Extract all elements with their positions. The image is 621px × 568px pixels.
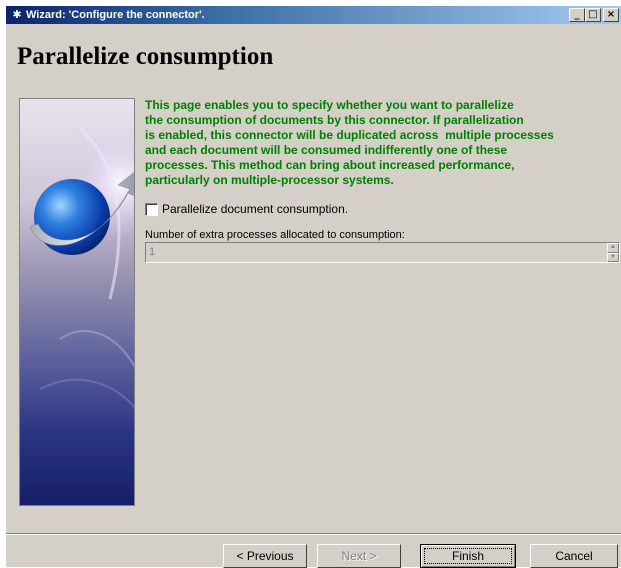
- cancel-button[interactable]: Cancel: [530, 544, 618, 568]
- close-button[interactable]: ×: [603, 8, 619, 22]
- finish-button[interactable]: Finish: [420, 544, 516, 568]
- extra-processes-spinner[interactable]: ▲ ▼: [607, 243, 619, 262]
- parallelize-checkbox[interactable]: [145, 202, 158, 216]
- wizard-side-image: [19, 98, 135, 506]
- parallelize-option: Parallelize document consumption.: [145, 202, 348, 216]
- parallelize-checkbox-label[interactable]: Parallelize document consumption.: [162, 202, 348, 216]
- spin-up-icon[interactable]: ▲: [607, 243, 619, 253]
- window-controls: _ □ ×: [569, 8, 619, 22]
- previous-button[interactable]: < Previous: [223, 544, 307, 568]
- next-button[interactable]: Next >: [317, 544, 401, 568]
- spin-down-icon[interactable]: ▼: [607, 252, 619, 262]
- wizard-app-icon: ✱: [12, 9, 22, 21]
- extra-processes-value: 1: [149, 246, 156, 258]
- window-title: Wizard: 'Configure the connector'.: [26, 9, 205, 21]
- description-text: This page enables you to specify whether…: [145, 98, 554, 187]
- extra-processes-label: Number of extra processes allocated to c…: [145, 229, 405, 241]
- finish-focus-ring: [424, 548, 512, 564]
- page-title: Parallelize consumption: [17, 43, 274, 70]
- footer-separator-highlight: [6, 534, 621, 535]
- minimize-button[interactable]: _: [569, 8, 585, 22]
- globe-arrow-illustration: [29, 127, 134, 409]
- title-bar[interactable]: ✱ Wizard: 'Configure the connector'. _ □…: [6, 6, 621, 24]
- maximize-button[interactable]: □: [585, 8, 601, 22]
- extra-processes-input[interactable]: 1 ▲ ▼: [145, 242, 620, 263]
- wizard-window: ✱ Wizard: 'Configure the connector'. _ □…: [5, 5, 621, 568]
